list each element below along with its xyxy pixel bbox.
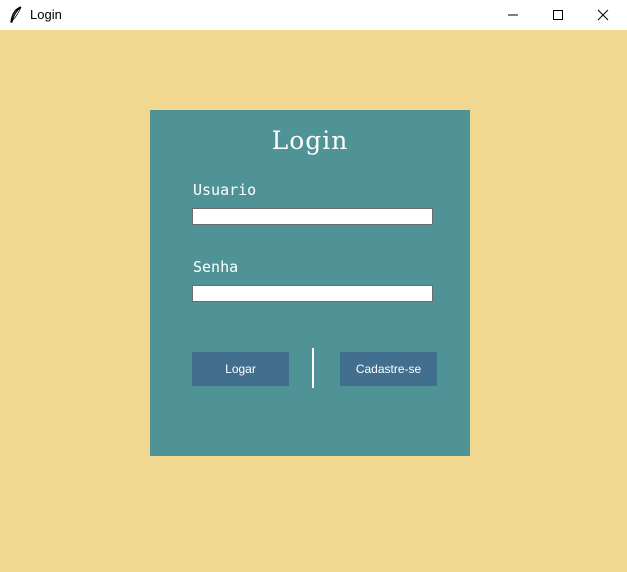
login-button[interactable]: Logar — [192, 352, 289, 386]
username-input[interactable] — [192, 208, 433, 225]
feather-icon — [10, 6, 22, 23]
maximize-icon — [553, 10, 563, 20]
login-title: Login — [271, 126, 349, 155]
password-label: Senha — [193, 258, 239, 276]
login-panel: Login Usuario Senha Logar Cadastre-se — [150, 110, 470, 456]
register-button[interactable]: Cadastre-se — [340, 352, 437, 386]
minimize-icon — [508, 14, 518, 16]
title-bar: Login — [0, 0, 627, 30]
button-divider — [312, 348, 314, 388]
window-title: Login — [30, 7, 62, 22]
close-button[interactable] — [580, 0, 626, 30]
username-label: Usuario — [193, 181, 257, 199]
close-icon — [597, 9, 609, 21]
maximize-button[interactable] — [535, 0, 581, 30]
password-input[interactable] — [192, 285, 433, 302]
minimize-button[interactable] — [490, 0, 536, 30]
